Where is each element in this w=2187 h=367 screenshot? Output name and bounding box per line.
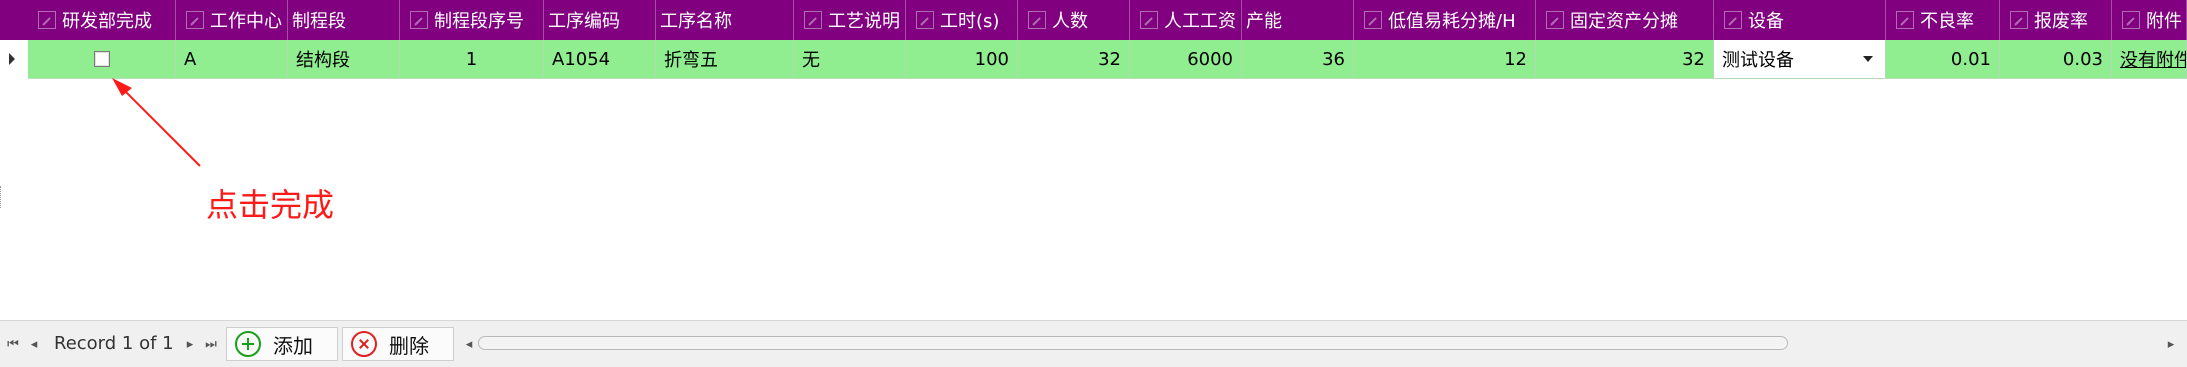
delete-button[interactable]: 删除 xyxy=(342,327,454,361)
record-indicator: Record 1 of 1 xyxy=(54,333,174,354)
splitter-handle[interactable] xyxy=(0,186,4,208)
annotation-label: 点击完成 xyxy=(206,186,335,224)
prev-record-button[interactable]: ◂ xyxy=(26,321,42,367)
scroll-right-button[interactable]: ▸ xyxy=(2164,321,2178,367)
delete-circle-icon xyxy=(351,331,377,357)
scroll-left-button[interactable]: ◂ xyxy=(462,321,476,367)
add-label: 添加 xyxy=(273,333,313,358)
horizontal-scrollbar-thumb[interactable] xyxy=(478,336,1788,350)
first-record-button[interactable]: ⏮ xyxy=(4,321,22,367)
add-button[interactable]: 添加 xyxy=(226,327,338,361)
last-record-button[interactable]: ⏭ xyxy=(202,321,220,367)
next-record-button[interactable]: ▸ xyxy=(182,321,198,367)
bottom-bar: ⏮ ◂ Record 1 of 1 ▸ ⏭ 添加 删除 ◂ ▸ xyxy=(0,320,2187,367)
add-circle-icon xyxy=(235,331,261,357)
delete-label: 删除 xyxy=(389,333,429,358)
